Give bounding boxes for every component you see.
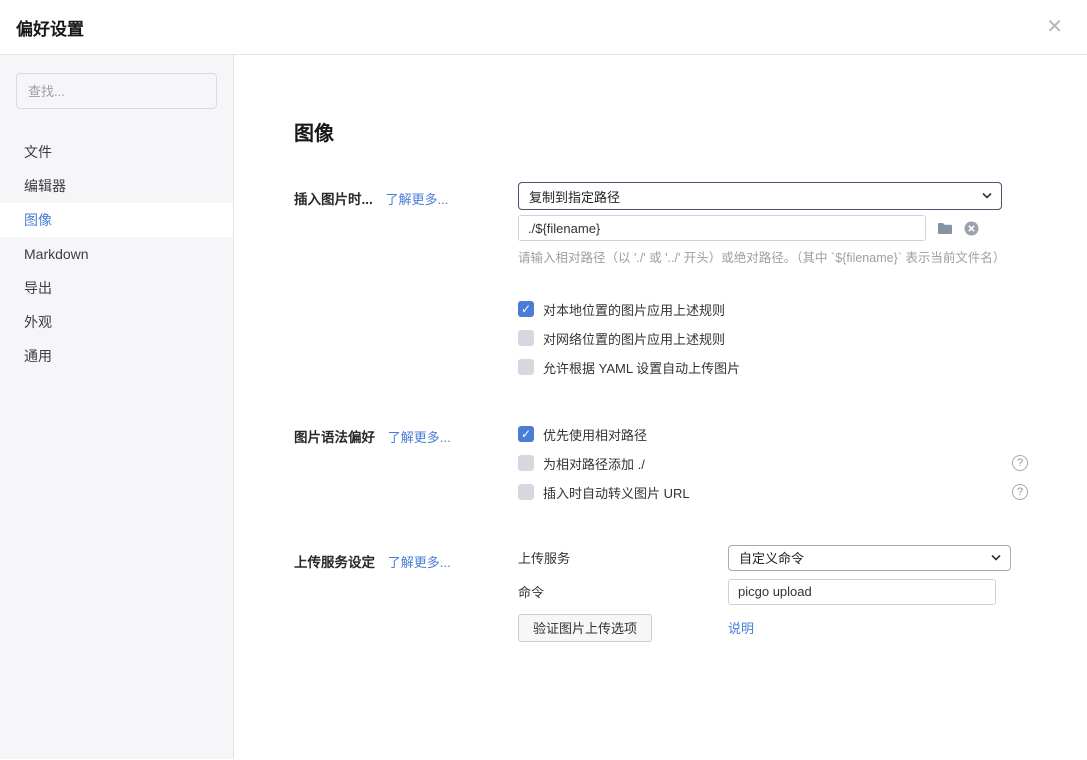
prefer-relative-path-checkbox[interactable] [518,426,534,442]
sidebar-item-image[interactable]: 图像 [0,203,233,237]
image-syntax-label: 图片语法偏好 [294,430,375,445]
chevron-down-icon [991,554,1001,561]
sidebar-item-export[interactable]: 导出 [0,271,233,305]
section-upload-service: 上传服务设定 了解更多... 上传服务 自定义命令 命令 [294,545,1087,642]
sidebar-item-markdown[interactable]: Markdown [0,237,233,271]
upload-help-link[interactable]: 说明 [728,618,754,637]
upload-service-row: 上传服务 自定义命令 [518,545,1028,571]
sidebar-item-files[interactable]: 文件 [0,135,233,169]
apply-web-images-checkbox[interactable] [518,330,534,346]
section-image-syntax: 图片语法偏好 了解更多... 优先使用相对路径 为相对路径添加 ./ ? 插入时… [294,420,1087,507]
page-title: 图像 [294,117,1087,146]
add-dot-slash-checkbox[interactable] [518,455,534,471]
image-path-input[interactable] [518,215,926,241]
syntax-learn-more-link[interactable]: 了解更多... [388,430,451,445]
apply-local-images-row: 对本地位置的图片应用上述规则 [518,295,1028,324]
validate-upload-button[interactable]: 验证图片上传选项 [518,614,652,642]
search-input[interactable] [16,73,217,109]
insert-image-label: 插入图片时... [294,192,373,207]
yaml-auto-upload-row: 允许根据 YAML 设置自动上传图片 [518,353,1028,382]
prefer-relative-path-label: 优先使用相对路径 [543,425,647,444]
apply-web-images-row: 对网络位置的图片应用上述规则 [518,324,1028,353]
command-row: 命令 [518,579,1028,605]
insert-learn-more-link[interactable]: 了解更多... [386,192,449,207]
clear-path-icon[interactable] [964,221,979,236]
window-title: 偏好设置 [16,15,84,40]
apply-local-images-label: 对本地位置的图片应用上述规则 [543,300,725,319]
escape-url-checkbox[interactable] [518,484,534,500]
chevron-down-icon [982,192,992,199]
upload-service-value: 自定义命令 [739,548,804,567]
apply-local-images-checkbox[interactable] [518,301,534,317]
escape-url-label: 插入时自动转义图片 URL [543,483,690,502]
help-icon[interactable]: ? [1012,484,1028,500]
add-dot-slash-row: 为相对路径添加 ./ ? [518,449,1028,478]
prefer-relative-path-row: 优先使用相对路径 [518,420,1028,449]
sidebar-item-general[interactable]: 通用 [0,339,233,373]
upload-service-section-label: 上传服务设定 [294,555,375,570]
settings-panel-image: 图像 插入图片时... 了解更多... 复制到指定路径 [234,55,1087,759]
yaml-auto-upload-label: 允许根据 YAML 设置自动上传图片 [543,358,740,377]
upload-learn-more-link[interactable]: 了解更多... [388,555,451,570]
upload-service-select[interactable]: 自定义命令 [728,545,1011,571]
folder-icon[interactable] [937,222,953,235]
section-insert-image: 插入图片时... 了解更多... 复制到指定路径 [294,182,1087,382]
search-box [16,73,217,109]
insert-action-select[interactable]: 复制到指定路径 [518,182,1002,210]
help-icon[interactable]: ? [1012,455,1028,471]
upload-service-label: 上传服务 [518,548,728,567]
close-icon[interactable]: ✕ [1042,13,1067,41]
command-label: 命令 [518,582,728,601]
sidebar: 文件 编辑器 图像 Markdown 导出 外观 通用 [0,55,234,759]
validate-row: 验证图片上传选项 说明 [518,614,1028,642]
apply-web-images-label: 对网络位置的图片应用上述规则 [543,329,725,348]
sidebar-item-appearance[interactable]: 外观 [0,305,233,339]
yaml-auto-upload-checkbox[interactable] [518,359,534,375]
path-hint-text: 请输入相对路径（以 './' 或 '../' 开头）或绝对路径。（其中 `${f… [518,250,1028,268]
sidebar-item-editor[interactable]: 编辑器 [0,169,233,203]
add-dot-slash-label: 为相对路径添加 ./ [543,454,645,473]
insert-action-value: 复制到指定路径 [529,187,620,206]
escape-url-row: 插入时自动转义图片 URL ? [518,478,1028,507]
titlebar: 偏好设置 ✕ [0,0,1087,55]
command-input[interactable] [728,579,996,605]
